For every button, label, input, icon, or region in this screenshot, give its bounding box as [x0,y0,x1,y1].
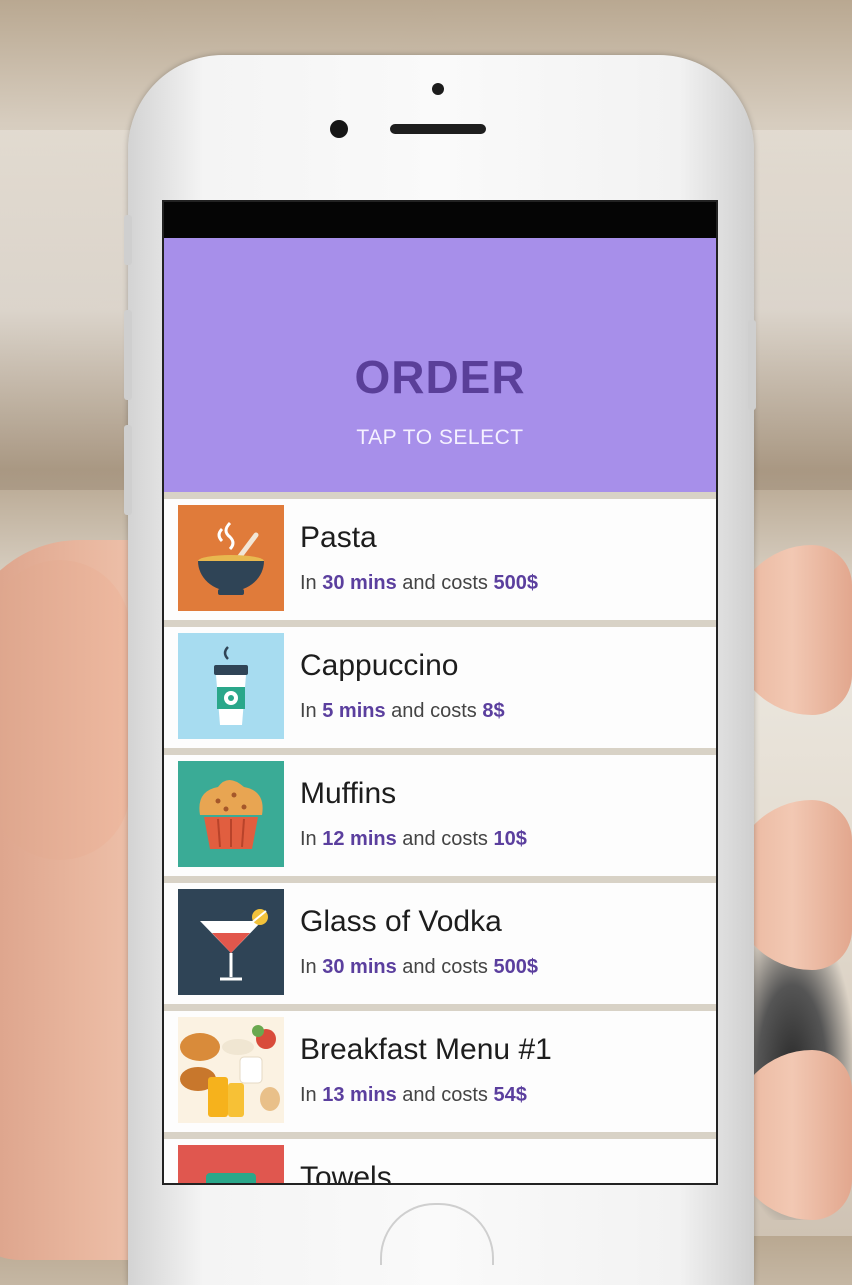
front-camera [330,120,348,138]
prep-time: 5 mins [322,700,386,722]
earpiece-speaker [390,124,486,134]
mute-switch [124,215,132,265]
item-details: In 30 mins and costs 500$ [300,572,538,595]
item-name: Towels [300,1161,392,1185]
menu-item-breakfast-menu-1[interactable]: Breakfast Menu #1 In 13 mins and costs 5… [164,1011,716,1132]
item-name: Breakfast Menu #1 [300,1033,552,1066]
price: 10$ [493,828,527,850]
prep-time: 12 mins [322,828,397,850]
left-thumb [0,560,130,860]
details-prefix: In [300,700,317,722]
volume-up-button [124,310,132,400]
item-details: In 5 mins and costs 8$ [300,700,505,723]
page-subtitle: TAP TO SELECT [356,426,524,449]
details-prefix: In [300,956,317,978]
phone-screen: ORDER TAP TO SELECT Pasta In 30 mins and… [162,200,718,1185]
status-bar [164,202,716,238]
item-name: Cappuccino [300,649,459,682]
item-details: In 13 mins and costs 54$ [300,1084,527,1107]
power-button [748,320,756,410]
menu-item-glass-of-vodka[interactable]: Glass of Vodka In 30 mins and costs 500$ [164,883,716,1004]
prep-time: 13 mins [322,1084,397,1106]
prep-time: 30 mins [322,956,397,978]
item-name: Glass of Vodka [300,905,502,938]
details-prefix: In [300,828,317,850]
price: 500$ [493,572,538,594]
towel-icon [178,1145,284,1183]
muffin-icon [178,761,284,867]
volume-down-button [124,425,132,515]
price: 54$ [493,1084,527,1106]
page-title: ORDER [354,351,526,403]
soup-bowl-icon [178,505,284,611]
details-prefix: In [300,1084,317,1106]
menu-list: Pasta In 30 mins and costs 500$ Cappucci… [164,492,716,1185]
prep-time: 30 mins [322,572,397,594]
menu-item-cappuccino[interactable]: Cappuccino In 5 mins and costs 8$ [164,627,716,748]
details-middle: and costs [402,1084,488,1106]
item-name: Muffins [300,777,397,810]
details-middle: and costs [402,956,488,978]
proximity-sensor [432,83,444,95]
coffee-cup-icon [178,633,284,739]
item-details: In 12 mins and costs 10$ [300,828,527,851]
item-details: In 30 mins and costs 500$ [300,956,538,979]
breakfast-photo [178,1017,284,1123]
price: 8$ [482,700,505,722]
details-prefix: In [300,572,317,594]
menu-item-pasta[interactable]: Pasta In 30 mins and costs 500$ [164,499,716,620]
details-middle: and costs [402,572,488,594]
menu-item-towels[interactable]: Towels [164,1139,716,1185]
menu-item-muffins[interactable]: Muffins In 12 mins and costs 10$ [164,755,716,876]
item-name: Pasta [300,521,377,554]
cocktail-glass-icon [178,889,284,995]
details-middle: and costs [402,828,488,850]
order-header: ORDER TAP TO SELECT [164,238,716,492]
price: 500$ [493,956,538,978]
details-middle: and costs [391,700,477,722]
